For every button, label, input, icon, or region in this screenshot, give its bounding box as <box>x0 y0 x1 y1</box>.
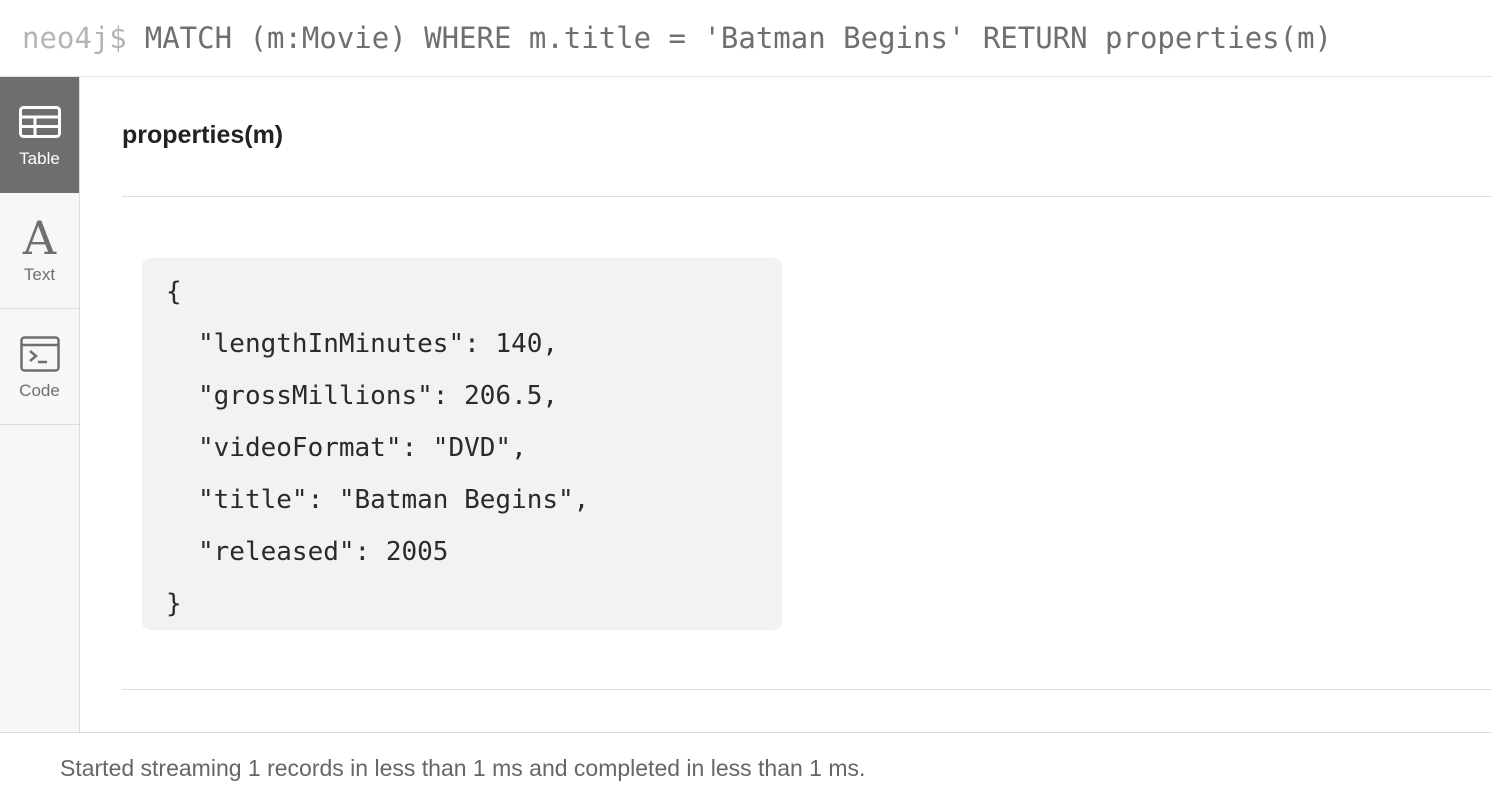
text-glyph: A <box>22 210 57 265</box>
json-line: "lengthInMinutes": 140, <box>198 329 559 359</box>
code-terminal-icon <box>19 333 61 375</box>
tab-label: Code <box>19 380 60 400</box>
text-icon: A <box>19 210 61 265</box>
tab-label: Text <box>23 264 56 284</box>
json-result-cell: { "lengthInMinutes": 140, "grossMillions… <box>142 258 782 630</box>
query-prompt: neo4j$ <box>22 21 127 55</box>
result-panel: properties(m) { "lengthInMinutes": 140, … <box>81 77 1492 732</box>
tab-text[interactable]: A Text <box>0 193 79 309</box>
tab-label: Table <box>19 148 60 168</box>
status-bar: Started streaming 1 records in less than… <box>0 732 1492 804</box>
json-line: "title": "Batman Begins", <box>198 485 590 515</box>
row-divider <box>122 689 1492 690</box>
json-line: { <box>166 277 182 307</box>
tab-table[interactable]: Table <box>0 77 79 193</box>
json-line: "grossMillions": 206.5, <box>198 381 559 411</box>
query-text[interactable]: MATCH (m:Movie) WHERE m.title = 'Batman … <box>145 21 1332 55</box>
status-text: Started streaming 1 records in less than… <box>60 755 866 781</box>
column-header: properties(m) <box>122 121 284 149</box>
json-line: } <box>166 589 182 619</box>
json-line: "released": 2005 <box>198 537 449 567</box>
header-divider <box>122 196 1492 197</box>
query-editor[interactable]: neo4j$ MATCH (m:Movie) WHERE m.title = '… <box>0 0 1492 77</box>
json-line: "videoFormat": "DVD", <box>198 433 527 463</box>
tab-code[interactable]: Code <box>0 309 79 425</box>
table-icon <box>18 101 61 143</box>
view-sidebar: Table A Text Code <box>0 77 80 732</box>
